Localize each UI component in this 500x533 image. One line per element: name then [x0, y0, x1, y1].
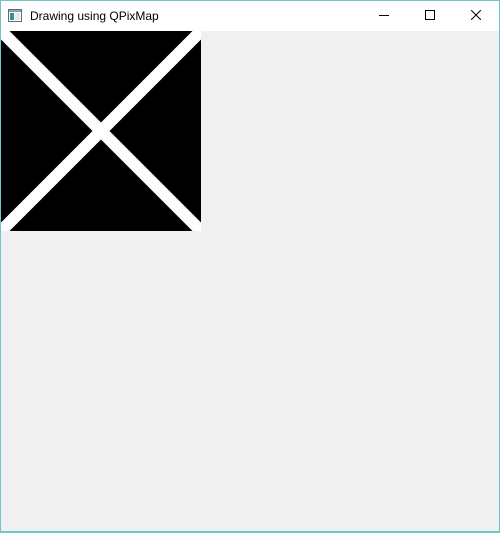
title-bar[interactable]: Drawing using QPixMap [1, 1, 499, 31]
minimize-icon [379, 7, 389, 25]
window-title: Drawing using QPixMap [30, 9, 159, 23]
pixmap-canvas [1, 31, 201, 231]
app-window-icon[interactable] [8, 9, 22, 22]
client-area [1, 31, 499, 533]
main-window: Drawing using QPixMap [0, 0, 500, 533]
maximize-icon [425, 7, 435, 25]
close-button[interactable] [453, 1, 499, 31]
minimize-button[interactable] [361, 1, 407, 31]
maximize-button[interactable] [407, 1, 453, 31]
close-icon [470, 7, 482, 25]
